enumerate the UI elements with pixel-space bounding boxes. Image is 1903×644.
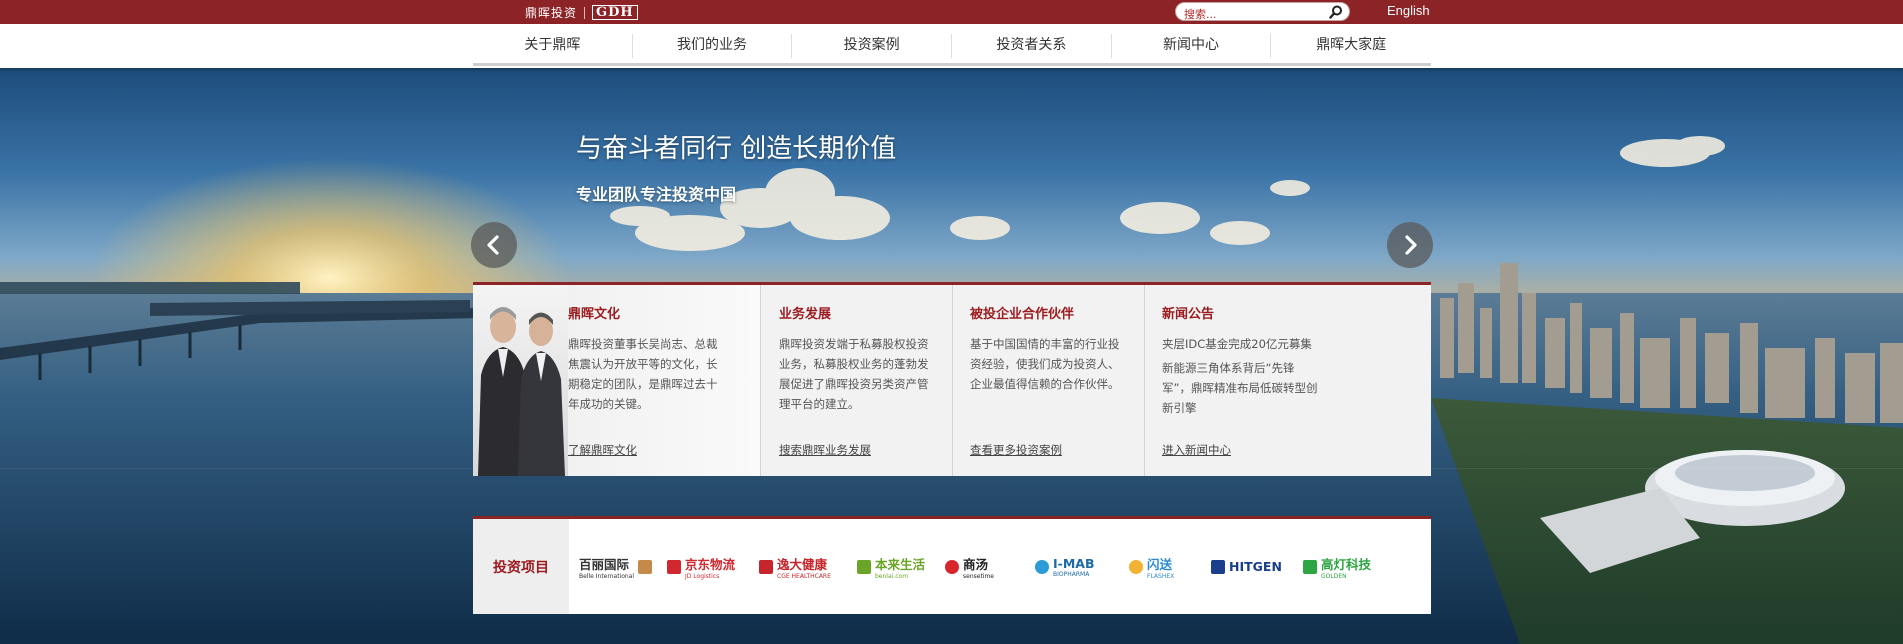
nav-item-investor-relations[interactable]: 投资者关系 <box>952 34 1112 58</box>
news-item-1[interactable]: 夹层IDC基金完成20亿元募集 <box>1162 334 1322 354</box>
portfolio-logo-belle[interactable]: 百丽国际 Belle International <box>569 552 657 582</box>
portfolio-logo-jd-logistics[interactable]: 京东物流 JD Logistics <box>657 552 749 582</box>
jd-logistics-logo-mark-icon <box>667 559 681 574</box>
cge-healthcare-logo-mark-icon <box>759 559 773 574</box>
logo-divider <box>584 6 586 19</box>
portfolio-logo-hitgen[interactable]: HITGEN <box>1201 552 1293 582</box>
card-business-link[interactable]: 搜索鼎晖业务发展 <box>779 442 871 458</box>
hitgen-logo-mark-icon <box>1211 559 1225 574</box>
portfolio-logo-flashex[interactable]: 闪送 FLASHEX <box>1119 552 1201 582</box>
sensetime-logo-mark-icon <box>945 559 959 574</box>
flashex-logo-sub: FLASHEX <box>1147 572 1175 580</box>
i-mab-logo-mark-icon <box>1035 559 1049 574</box>
card-business-title: 业务发展 <box>779 307 832 322</box>
cge-healthcare-logo-name: 逸大健康 <box>777 556 828 572</box>
golden-logo-sub: GOLDEN <box>1321 572 1347 580</box>
brand-latin: GDH <box>592 5 638 20</box>
nav-item-family[interactable]: 鼎晖大家庭 <box>1271 34 1431 58</box>
cge-healthcare-logo-sub: CGE HEALTHCARE <box>777 572 831 580</box>
card-partners-text: 基于中国国情的丰富的行业投资经验，使我们成为投资人、企业最值得信赖的合作伙伴。 <box>970 337 1120 391</box>
brand-name: 鼎晖投资 <box>525 6 578 20</box>
card-news: 新闻公告 夹层IDC基金完成20亿元募集 新能源三角体系背后“先锋军”，鼎晖精准… <box>1144 285 1336 476</box>
portfolio-strip: 投资项目 百丽国际 Belle International 京东物流 JD Logis… <box>473 516 1431 614</box>
i-mab-logo-sub: BIOPHARMA <box>1053 570 1090 578</box>
card-business: 业务发展 鼎晖投资发端于私募股权投资业务，私募股权业务的蓬勃发展促进了鼎晖投资另… <box>760 285 952 476</box>
hero-subline: 专业团队专注投资中国 <box>576 185 737 204</box>
chevron-right-icon <box>1405 235 1417 255</box>
belle-logo-name: 百丽国际 <box>579 556 630 572</box>
portfolio-logo-cge-healthcare[interactable]: 逸大健康 CGE HEALTHCARE <box>749 552 847 582</box>
golden-logo-mark-icon <box>1303 559 1317 574</box>
hero-banner: 与奋斗者同行 创造长期价值 专业团队专注投资中国 鼎晖文化 鼎晖投资董事长吴尚志… <box>0 68 1903 644</box>
benlai-logo-sub: benlai.com <box>875 572 909 580</box>
portfolio-logo-benlai[interactable]: 本来生活 benlai.com <box>847 552 935 582</box>
card-culture: 鼎晖文化 鼎晖投资董事长吴尚志、总裁焦震认为开放平等的文化，长期稳定的团队，是鼎… <box>568 285 760 476</box>
main-nav-bar: 关于鼎晖 我们的业务 投资案例 投资者关系 新闻中心 鼎晖大家庭 <box>0 24 1903 68</box>
portfolio-logo-i-mab[interactable]: I-MAB BIOPHARMA <box>1025 552 1119 582</box>
nav-item-news[interactable]: 新闻中心 <box>1112 34 1272 58</box>
card-news-link[interactable]: 进入新闻中心 <box>1162 442 1231 458</box>
jd-logistics-logo-sub: JD Logistics <box>685 572 720 580</box>
card-business-text: 鼎晖投资发端于私募股权投资业务，私募股权业务的蓬勃发展促进了鼎晖投资另类资产管理… <box>779 337 929 411</box>
search-icon[interactable] <box>1329 5 1343 19</box>
card-culture-link[interactable]: 了解鼎晖文化 <box>568 442 637 458</box>
card-partners-title: 被投企业合作伙伴 <box>970 307 1075 322</box>
benlai-logo-mark-icon <box>857 559 871 574</box>
i-mab-logo-name: I-MAB <box>1053 555 1095 571</box>
portfolio-logo-sensetime[interactable]: 商汤 sensetime <box>935 552 1025 582</box>
belle-logo-sub: Belle International <box>579 572 635 580</box>
flashex-logo-mark-icon <box>1129 559 1143 574</box>
hitgen-logo-name: HITGEN <box>1229 559 1282 574</box>
portfolio-title: 投资项目 <box>473 519 569 614</box>
language-switch[interactable]: English <box>1387 3 1430 18</box>
chevron-left-icon <box>487 235 499 255</box>
portfolio-logos: 百丽国际 Belle International 京东物流 JD Logistics 逸… <box>569 519 1373 614</box>
carousel-prev-button[interactable] <box>471 222 517 268</box>
card-partners-link[interactable]: 查看更多投资案例 <box>970 442 1062 458</box>
jd-logistics-logo-name: 京东物流 <box>685 556 736 572</box>
main-nav: 关于鼎晖 我们的业务 投资案例 投资者关系 新闻中心 鼎晖大家庭 <box>473 34 1431 58</box>
sensetime-logo-name: 商汤 <box>963 556 989 572</box>
search-box <box>1175 2 1350 23</box>
golden-logo-name: 高灯科技 <box>1321 556 1372 572</box>
leaders-photo <box>473 285 568 476</box>
carousel-next-button[interactable] <box>1387 222 1433 268</box>
card-partners: 被投企业合作伙伴 基于中国国情的丰富的行业投资经验，使我们成为投资人、企业最值得… <box>952 285 1144 476</box>
brand-logo[interactable]: 鼎晖投资 GDH <box>525 4 638 21</box>
nav-item-cases[interactable]: 投资案例 <box>792 34 953 58</box>
nav-underline <box>473 63 1431 66</box>
card-culture-text: 鼎晖投资董事长吴尚志、总裁焦震认为开放平等的文化，长期稳定的团队，是鼎晖过去十年… <box>568 337 718 411</box>
leaders-illustration <box>478 307 565 476</box>
news-item-2[interactable]: 新能源三角体系背后“先锋军”，鼎晖精准布局低碳转型创新引擎 <box>1162 358 1322 418</box>
flashex-logo-name: 闪送 <box>1147 556 1173 572</box>
card-culture-title: 鼎晖文化 <box>568 307 621 322</box>
benlai-logo-name: 本来生活 <box>875 556 926 572</box>
top-bar: 鼎晖投资 GDH English <box>0 0 1903 24</box>
card-news-title: 新闻公告 <box>1162 307 1215 322</box>
search-input[interactable] <box>1184 6 1329 23</box>
nav-item-business[interactable]: 我们的业务 <box>633 34 793 58</box>
sensetime-logo-sub: sensetime <box>963 572 994 580</box>
portfolio-logo-golden[interactable]: 高灯科技 GOLDEN <box>1293 552 1373 582</box>
hero-headline: 与奋斗者同行 创造长期价值 <box>576 134 897 164</box>
belle-logo-mark-icon <box>638 559 653 574</box>
feature-panel: 鼎晖文化 鼎晖投资董事长吴尚志、总裁焦震认为开放平等的文化，长期稳定的团队，是鼎… <box>473 282 1431 476</box>
nav-item-about[interactable]: 关于鼎晖 <box>473 34 633 58</box>
